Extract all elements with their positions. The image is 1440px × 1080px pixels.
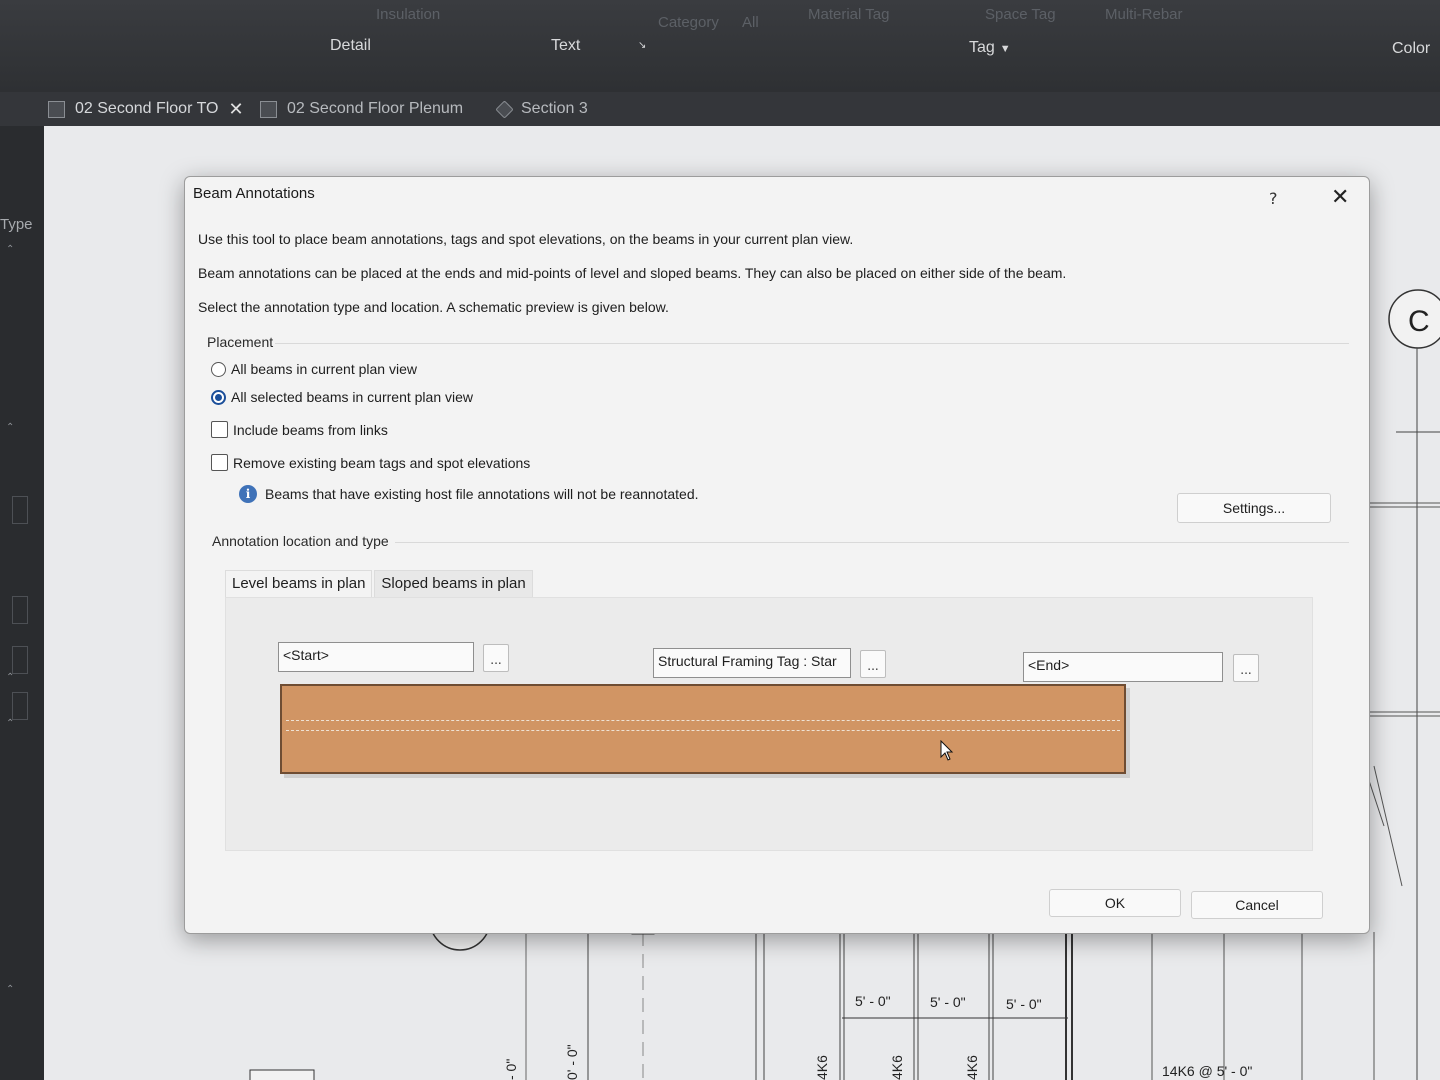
ribbon-all-item[interactable]: All — [742, 14, 759, 31]
close-icon[interactable]: ✕ — [229, 99, 244, 120]
joist-tag: 4K6 — [964, 1055, 980, 1080]
type-label: Type — [0, 216, 33, 233]
panel-slot — [12, 692, 28, 720]
include-links-checkbox[interactable]: Include beams from links — [211, 421, 388, 438]
properties-panel: Type ⌃ ⌃ ⌃ ⌃ ⌃ — [0, 126, 45, 1080]
settings-button[interactable]: Settings... — [1177, 493, 1331, 523]
cancel-button[interactable]: Cancel — [1191, 891, 1323, 919]
annotation-location-label: Annotation location and type — [212, 533, 389, 549]
help-button[interactable]: ? — [1269, 189, 1278, 208]
dialog-title: Beam Annotations — [193, 185, 315, 202]
view-tab-second-floor-to[interactable]: 02 Second Floor TO ✕ — [48, 92, 244, 126]
panel-slot — [12, 596, 28, 624]
tab-sloped-beams[interactable]: Sloped beams in plan — [374, 570, 533, 598]
ribbon-group-detail[interactable]: Detail — [330, 37, 371, 55]
ribbon-material-tag-item[interactable]: Material Tag — [808, 6, 889, 23]
dialog-launcher-icon[interactable]: ↘ — [638, 40, 646, 51]
view-tab-section-3[interactable]: Section 3 — [495, 92, 588, 126]
close-icon[interactable]: ✕ — [1331, 187, 1349, 209]
description-line: Use this tool to place beam annotations,… — [198, 231, 854, 247]
level-beams-panel: <Start> ... Structural Framing Tag : Sta… — [225, 597, 1313, 851]
ok-button[interactable]: OK — [1049, 889, 1181, 917]
middle-annotation-field[interactable]: Structural Framing Tag : Star — [653, 648, 851, 678]
collapse-icon[interactable]: ⌃ — [6, 984, 14, 995]
panel-slot — [12, 496, 28, 524]
start-annotation-field[interactable]: <Start> — [278, 642, 474, 672]
remove-existing-checkbox[interactable]: Remove existing beam tags and spot eleva… — [211, 454, 530, 471]
option-label: Include beams from links — [233, 421, 388, 438]
selected-beams-radio[interactable]: All selected beams in current plan view — [211, 389, 473, 405]
floor-plan-icon — [260, 100, 277, 118]
beam-annotations-dialog: Beam Annotations ? ✕ Use this tool to pl… — [184, 176, 1370, 934]
radio-button[interactable] — [211, 389, 226, 405]
floor-plan-icon — [48, 100, 65, 118]
dimension-text: 0' - 0" — [564, 1044, 580, 1080]
dimension-text: 5' - 0" — [1006, 996, 1042, 1012]
checkbox[interactable] — [211, 421, 228, 438]
section-divider — [395, 542, 1349, 543]
radio-button[interactable] — [211, 361, 226, 377]
collapse-icon[interactable]: ⌃ — [6, 718, 14, 729]
end-annotation-field[interactable]: <End> — [1023, 652, 1223, 682]
ribbon-group-text[interactable]: Text — [551, 37, 580, 55]
section-divider — [275, 343, 1349, 344]
beam-tag[interactable]: 14K6 @ 5' - 0" — [1162, 1063, 1252, 1079]
collapse-icon[interactable]: ⌃ — [6, 244, 14, 255]
dimension-text: 5' - 0" — [855, 993, 891, 1009]
middle-browse-button[interactable]: ... — [860, 650, 886, 678]
info-icon: i — [239, 485, 257, 503]
section-view-icon — [495, 99, 514, 119]
description-line: Select the annotation type and location.… — [198, 299, 669, 315]
view-tab-label: 02 Second Floor TO — [75, 100, 219, 117]
ribbon-group-tag[interactable]: Tag ▼ — [969, 39, 1011, 57]
checkbox[interactable] — [211, 454, 228, 471]
tab-level-beams[interactable]: Level beams in plan — [225, 570, 373, 598]
view-tab-bar: 02 Second Floor TO ✕ 02 Second Floor Ple… — [0, 92, 1440, 127]
ribbon-multi-rebar-item[interactable]: Multi-Rebar — [1105, 6, 1183, 23]
panel-slot — [12, 646, 28, 674]
level-marker — [249, 1069, 315, 1080]
info-message: i Beams that have existing host file ann… — [239, 485, 699, 503]
annotation-tab-strip: Level beams in plan Sloped beams in plan — [225, 570, 535, 598]
collapse-icon[interactable]: ⌃ — [6, 672, 14, 683]
view-tab-label: 02 Second Floor Plenum — [287, 100, 464, 117]
mouse-cursor-icon — [940, 740, 954, 761]
beam-centerline — [286, 730, 1120, 731]
info-text: Beams that have existing host file annot… — [265, 486, 699, 502]
option-label: Remove existing beam tags and spot eleva… — [233, 454, 531, 471]
chevron-down-icon: ▼ — [999, 43, 1011, 55]
beam-centerline — [286, 720, 1120, 721]
hatch-line — [1373, 765, 1403, 887]
collapse-icon[interactable]: ⌃ — [6, 422, 14, 433]
ribbon-group-tag-label: Tag — [969, 39, 995, 56]
placement-label: Placement — [207, 334, 274, 350]
view-tab-second-floor-plenum[interactable]: 02 Second Floor Plenum — [260, 92, 463, 126]
joist-tag: 4K6 — [889, 1055, 905, 1080]
view-tab-label: Section 3 — [521, 100, 588, 117]
ribbon: Insulation Material Tag Space Tag Multi-… — [0, 0, 1440, 93]
ribbon-insulation-item[interactable]: Insulation — [376, 6, 440, 23]
start-browse-button[interactable]: ... — [483, 644, 509, 672]
option-label: All beams in current plan view — [231, 361, 417, 377]
option-label: All selected beams in current plan view — [231, 389, 474, 405]
ribbon-category-item[interactable]: Category — [658, 14, 719, 31]
ribbon-group-color[interactable]: Color — [1392, 40, 1430, 58]
dimension-text: - 0" — [503, 1059, 519, 1080]
joist-tag: 4K6 — [814, 1055, 830, 1080]
end-browse-button[interactable]: ... — [1233, 654, 1259, 682]
dimension-text: 5' - 0" — [930, 994, 966, 1010]
description-line: Beam annotations can be placed at the en… — [198, 265, 1067, 281]
all-beams-radio[interactable]: All beams in current plan view — [211, 361, 417, 377]
ribbon-space-tag-item[interactable]: Space Tag — [985, 6, 1056, 23]
grid-bubble-label: C — [1408, 305, 1430, 338]
beam-preview — [280, 684, 1126, 774]
